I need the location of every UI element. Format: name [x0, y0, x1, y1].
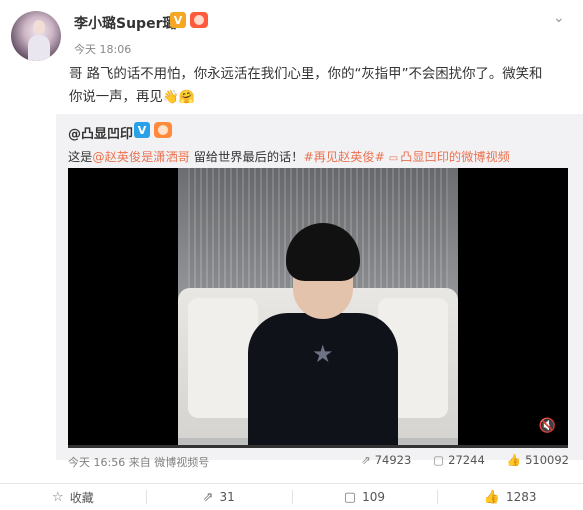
hashtag-link[interactable]: #再见赵英俊#: [303, 150, 384, 164]
favorite-button[interactable]: ☆ 收藏: [0, 484, 146, 510]
comment-icon: ▢: [433, 453, 445, 467]
favorite-label: 收藏: [69, 490, 94, 505]
mute-icon[interactable]: 🔇: [539, 418, 556, 434]
post-text-line-2: 你说一声，再见👋🤗: [69, 86, 574, 109]
repost-share-count[interactable]: ⇗ 74923: [361, 453, 411, 467]
post-text: 哥 路飞的话不用怕，你永远活在我们心里，你的“灰指甲”不会困扰你了。微笑和 你说…: [69, 63, 574, 109]
comment-button[interactable]: ▢ 109: [291, 484, 438, 510]
weibo-post-card: 李小璐Super璐 V ⌄ 今天 18:06 哥 路飞的话不用怕，你永远活在我们…: [0, 0, 583, 510]
post-username[interactable]: 李小璐Super璐: [74, 13, 176, 33]
post-text-line-2-text: 你说一声，再见: [69, 90, 163, 105]
repost-badges: V: [134, 122, 172, 138]
share-icon: ⇗: [202, 489, 214, 505]
action-bar: ☆ 收藏 ⇗ 31 ▢ 109 👍 1283: [0, 484, 583, 510]
thumbs-up-icon: 👍: [506, 453, 522, 467]
post-text-line-1: 哥 路飞的话不用怕，你永远活在我们心里，你的“灰指甲”不会困扰你了。微笑和: [69, 67, 543, 82]
repost-footer[interactable]: 今天 16:56 来自 微博视频号: [68, 454, 209, 470]
star-icon: ☆: [52, 489, 64, 505]
avatar-face: [33, 20, 45, 34]
like-count: 1283: [505, 490, 537, 504]
repost-username[interactable]: @凸显凹印: [68, 123, 133, 142]
comment-icon: ▢: [343, 489, 357, 505]
repost-stats: ⇗ 74923 ▢ 27244 👍 510092: [361, 453, 569, 467]
member-icon[interactable]: [190, 12, 208, 28]
hug-emoji-icon: 🤗: [178, 90, 196, 105]
share-icon: ⇗: [361, 453, 371, 467]
shirt-star-icon: ★: [312, 340, 334, 368]
wave-emoji-icon: 👋: [162, 90, 179, 105]
repost-text-prefix: 这是: [68, 150, 93, 164]
verified-blue-icon: V: [134, 122, 150, 138]
person-hair: [286, 223, 360, 281]
repost-like-count[interactable]: 👍 510092: [507, 453, 569, 467]
user-badges: V: [170, 12, 208, 28]
comment-count: 109: [362, 490, 385, 504]
repost-text: 这是@赵英俊是潇洒哥 留给世界最后的话！#再见赵英俊# 凸显凹印的微博视频: [68, 147, 510, 165]
member-icon[interactable]: [154, 122, 172, 138]
video-link[interactable]: 凸显凹印的微博视频: [389, 150, 510, 164]
avatar[interactable]: [11, 11, 61, 61]
mention-link[interactable]: @赵英俊是潇洒哥: [92, 150, 190, 164]
reposted-content[interactable]: @凸显凹印 V 这是@赵英俊是潇洒哥 留给世界最后的话！#再见赵英俊# 凸显凹印…: [56, 114, 583, 469]
repost-share-value: 74923: [374, 453, 412, 467]
repost-comment-value: 27244: [448, 453, 485, 467]
video-person: ★: [238, 223, 408, 448]
avatar-figure: [28, 35, 50, 61]
person-shirt: [248, 313, 398, 448]
video-player[interactable]: ★ 🔇: [68, 168, 568, 448]
verified-icon: V: [170, 12, 186, 28]
chevron-down-icon[interactable]: ⌄: [553, 10, 565, 26]
repost-comment-count[interactable]: ▢ 27244: [433, 453, 484, 467]
repost-button[interactable]: ⇗ 31: [145, 484, 292, 510]
repost-like-value: 510092: [525, 453, 569, 467]
repost-text-middle: 留给世界最后的话！: [189, 150, 304, 164]
repost-count: 31: [219, 490, 235, 504]
like-button[interactable]: 👍 1283: [437, 484, 583, 510]
thumbs-up-icon: 👍: [483, 489, 500, 505]
video-progress-bar[interactable]: [68, 445, 568, 448]
post-time[interactable]: 今天 18:06: [74, 41, 131, 57]
